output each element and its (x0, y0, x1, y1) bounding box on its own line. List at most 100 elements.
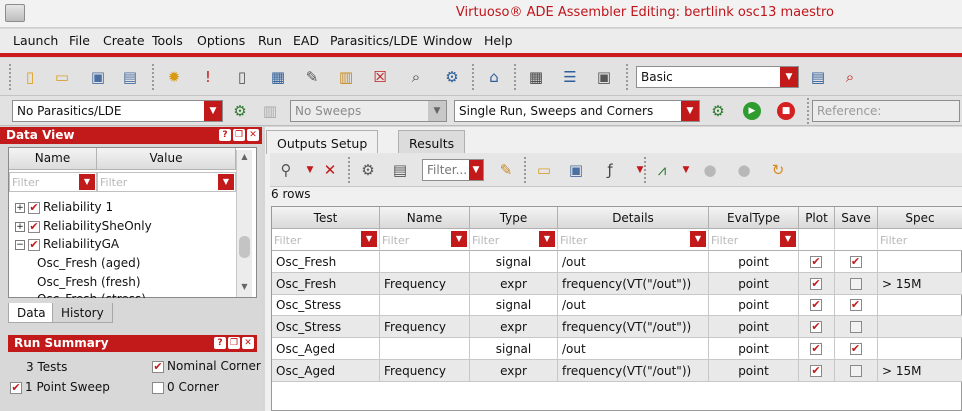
details-cell[interactable]: /out (558, 337, 709, 360)
test-cell[interactable]: Osc_Stress (272, 294, 380, 317)
evaltype-cell[interactable]: point (709, 294, 799, 317)
scroll-up-icon[interactable]: ▲ (239, 152, 250, 163)
chevron-down-icon[interactable]: ▼ (780, 67, 798, 87)
scrollbar-thumb[interactable] (239, 236, 250, 258)
menu-window[interactable]: Window (423, 33, 472, 48)
save-checkbox[interactable]: ✔ (849, 299, 862, 312)
point-sweep-option[interactable]: ✔ 1 Point Sweep (10, 380, 110, 394)
outputs-filter[interactable]: Filter... ▼ (422, 159, 484, 181)
menu-parasitics-lde[interactable]: Parasitics/LDE (330, 33, 418, 48)
scroll-icon[interactable]: ▥ (334, 65, 358, 89)
home-icon[interactable]: ⌂ (482, 65, 506, 89)
toolbar-grip[interactable] (348, 157, 352, 183)
plot-icon[interactable]: ⩘ (650, 158, 674, 182)
checkbox[interactable]: ✔ (28, 220, 40, 233)
checklist-icon[interactable]: ☒ (368, 65, 392, 89)
details-filter[interactable]: Filter ▼ (558, 229, 709, 251)
name-cell[interactable]: Frequency (380, 272, 470, 295)
toolbar-grip[interactable] (9, 64, 13, 90)
plot-checkbox[interactable]: ✔ (810, 364, 822, 377)
table-row[interactable]: Osc_Aged signal/out point ✔ ✔ (272, 337, 962, 360)
settings-icon[interactable]: ⚙ (356, 158, 380, 182)
nominal-corner-option[interactable]: ✔ Nominal Corner (152, 359, 261, 373)
save-checkbox[interactable]: ✔ (849, 342, 862, 355)
document-icon[interactable]: ▯ (230, 65, 254, 89)
chevron-down-icon[interactable]: ▼ (204, 101, 222, 121)
toolbar-grip[interactable] (472, 64, 476, 90)
name-cell[interactable] (380, 251, 470, 273)
calculator-icon[interactable]: ▦ (524, 65, 548, 89)
column-header-value[interactable]: Value (97, 148, 236, 170)
plot-cell[interactable]: ✔ (799, 251, 835, 273)
save-cell[interactable]: ✔ (835, 251, 878, 273)
column-header-spec[interactable]: Spec (878, 207, 962, 229)
details-cell[interactable]: frequency(VT("/out")) (558, 272, 709, 295)
test-cell[interactable]: Osc_Aged (272, 359, 380, 382)
toolbar-grip[interactable] (152, 64, 156, 90)
tree-item[interactable]: + ✔ Reliability 1 (15, 200, 113, 214)
help-icon[interactable]: ? (214, 337, 226, 349)
plot-cell[interactable]: ✔ (799, 359, 835, 382)
chevron-down-icon[interactable]: ▼ (469, 160, 483, 180)
new-icon[interactable]: ▯ (18, 65, 42, 89)
column-header-type[interactable]: Type (470, 207, 558, 229)
tree-item[interactable]: Osc_Fresh (stress) (37, 292, 146, 298)
toolbar-grip[interactable] (626, 64, 630, 90)
table-row[interactable]: Osc_Fresh Frequency expr frequency(VT("/out… (272, 272, 962, 295)
table-row[interactable]: Osc_Stress signal/out point ✔ ✔ (272, 294, 962, 317)
details-cell[interactable]: frequency(VT("/out")) (558, 316, 709, 339)
edit-icon[interactable]: ✎ (300, 65, 324, 89)
open-icon[interactable]: ▭ (532, 158, 556, 182)
filter-dropdown-icon[interactable]: ▼ (690, 231, 706, 247)
table-row[interactable]: Osc_Aged Frequency expr frequency(VT("/out"… (272, 359, 962, 382)
spec-filter[interactable]: Filter (878, 229, 962, 251)
table-row[interactable]: Osc_Stress Frequency expr frequency(VT("/ou… (272, 316, 962, 339)
save-cell[interactable]: ✔ (835, 337, 878, 360)
reference-field[interactable]: Reference: (812, 100, 960, 122)
name-cell[interactable]: Frequency (380, 359, 470, 382)
spec-cell[interactable]: > 15M (878, 273, 962, 295)
evaltype-cell[interactable]: point (709, 337, 799, 360)
toolbar-grip[interactable] (807, 98, 811, 124)
checkbox[interactable]: ✔ (152, 381, 164, 394)
details-cell[interactable]: /out (558, 294, 709, 317)
value-filter[interactable]: Filter ▼ (97, 172, 236, 192)
save-cell[interactable]: ✔ (835, 316, 878, 339)
plot-cell[interactable]: ✔ (799, 294, 835, 317)
plot-checkbox[interactable]: ✔ (810, 256, 822, 268)
toolbar-grip[interactable] (514, 64, 518, 90)
tab-results[interactable]: Results (398, 130, 466, 154)
plot-checkbox[interactable]: ✔ (810, 321, 822, 334)
plot-checkbox[interactable]: ✔ (810, 342, 822, 355)
refresh-icon[interactable]: ↻ (766, 158, 790, 182)
save-cell[interactable]: ✔ (835, 272, 878, 295)
data-view-scrollbar[interactable]: ▲ ▼ (236, 150, 252, 297)
corner-option[interactable]: ✔0 Corner (152, 380, 219, 394)
gear-icon[interactable]: ✹ (162, 65, 186, 89)
filter-dropdown-icon[interactable]: ▼ (539, 231, 555, 247)
variables-icon[interactable]: ƒ (598, 158, 622, 182)
tree-item[interactable]: Osc_Fresh (fresh) (37, 275, 141, 289)
add-output-icon[interactable]: ⚲ (274, 158, 298, 182)
menu-run[interactable]: Run (258, 33, 282, 48)
print-icon[interactable]: ▤ (118, 65, 142, 89)
plot-cell[interactable]: ✔ (799, 337, 835, 360)
close-icon[interactable]: ✕ (242, 337, 254, 349)
save-icon[interactable]: ▣ (564, 158, 588, 182)
stop-button[interactable]: ■ (777, 102, 795, 120)
test-cell[interactable]: Osc_Fresh (272, 251, 380, 273)
spec-cell[interactable] (878, 251, 962, 273)
name-cell[interactable] (380, 294, 470, 317)
save-icon[interactable]: ▣ (86, 65, 110, 89)
type-cell[interactable]: expr (470, 316, 558, 339)
table-icon[interactable]: ▤ (388, 158, 412, 182)
panel-icon[interactable]: ☰ (558, 65, 582, 89)
network-icon[interactable]: ▦ (266, 65, 290, 89)
type-cell[interactable]: signal (470, 251, 558, 273)
checkbox[interactable]: ✔ (28, 201, 40, 214)
window-menu-icon[interactable] (5, 4, 25, 22)
menu-launch[interactable]: Launch (13, 33, 58, 48)
tree-item[interactable]: Osc_Fresh (aged) (37, 256, 140, 270)
plot-checkbox[interactable]: ✔ (810, 299, 822, 312)
evaltype-filter[interactable]: Filter ▼ (709, 229, 799, 251)
